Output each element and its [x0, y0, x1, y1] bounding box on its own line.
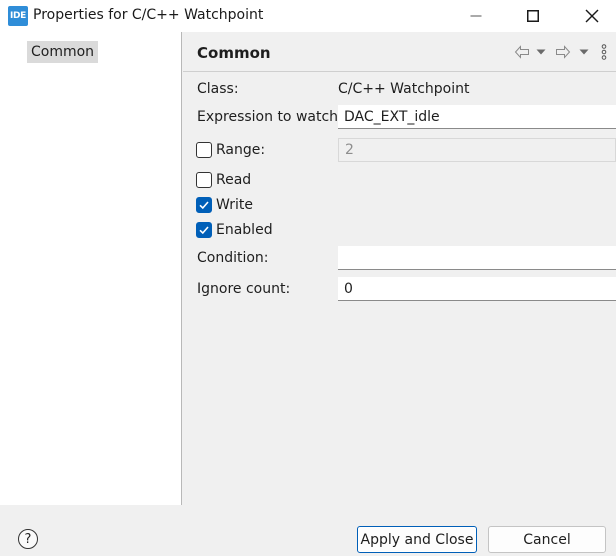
forward-dropdown-icon[interactable] — [578, 44, 590, 60]
property-page-content: Common Class: C/C++ Watchpoint Expressio… — [183, 32, 616, 505]
checkmark-icon — [199, 201, 209, 210]
read-checkbox[interactable] — [196, 172, 212, 188]
title-bar: IDE Properties for C/C++ Watchpoint — [0, 0, 616, 32]
write-checkbox[interactable] — [196, 197, 212, 213]
range-checkbox[interactable] — [196, 142, 212, 158]
forward-arrow-icon[interactable] — [554, 44, 572, 60]
write-row: Write — [196, 195, 253, 215]
back-arrow-icon[interactable] — [513, 44, 531, 60]
range-row: Range: — [196, 140, 265, 160]
enabled-row: Enabled — [196, 220, 273, 240]
write-label: Write — [216, 197, 253, 213]
condition-label: Condition: — [197, 250, 269, 266]
enabled-label: Enabled — [216, 222, 273, 238]
tree-item-common[interactable]: Common — [27, 41, 99, 63]
read-label: Read — [216, 172, 252, 188]
help-icon[interactable]: ? — [18, 529, 38, 549]
minimize-icon — [470, 15, 482, 17]
property-page-tree: Common — [0, 32, 182, 505]
read-row: Read — [196, 170, 251, 190]
expression-input[interactable] — [338, 105, 616, 129]
class-value: C/C++ Watchpoint — [338, 81, 470, 97]
page-header: Common — [183, 32, 616, 72]
back-dropdown-icon[interactable] — [535, 44, 547, 60]
more-menu-icon[interactable] — [599, 44, 609, 60]
checkmark-icon — [199, 226, 209, 235]
dialog-button-bar: ? Apply and Close Cancel — [0, 505, 616, 556]
maximize-button[interactable] — [510, 0, 556, 32]
class-label: Class: — [197, 81, 239, 97]
close-icon — [585, 9, 599, 23]
close-button[interactable] — [569, 0, 615, 32]
enabled-checkbox[interactable] — [196, 222, 212, 238]
ignore-count-label: Ignore count: — [197, 281, 291, 297]
window-title: Properties for C/C++ Watchpoint — [33, 7, 264, 23]
cancel-button[interactable]: Cancel — [488, 526, 606, 553]
page-title: Common — [197, 44, 271, 62]
apply-and-close-button[interactable]: Apply and Close — [357, 526, 477, 553]
range-input — [338, 138, 616, 162]
ignore-count-input[interactable] — [338, 277, 616, 301]
minimize-button[interactable] — [453, 0, 499, 32]
range-label: Range: — [216, 142, 266, 158]
app-icon: IDE — [8, 6, 28, 26]
maximize-icon — [527, 10, 539, 22]
expression-label: Expression to watch: — [197, 109, 343, 125]
condition-input[interactable] — [338, 246, 616, 270]
